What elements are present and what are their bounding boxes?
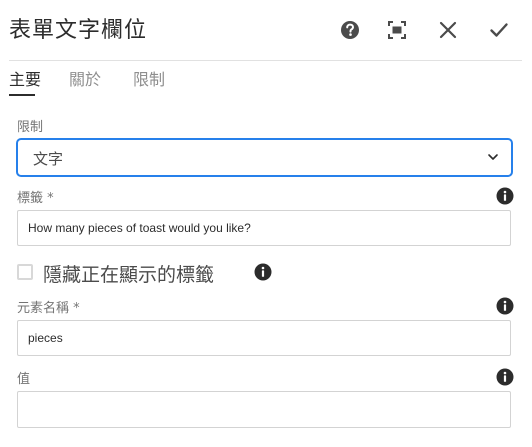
fullscreen-button[interactable] (383, 16, 411, 44)
dialog-header: 表單文字欄位 (0, 0, 532, 60)
field-label-label: 標籤 * (17, 191, 54, 206)
help-button[interactable] (336, 16, 364, 44)
tab-main[interactable]: 主要 (9, 66, 41, 90)
close-button[interactable] (434, 16, 462, 44)
constraint-select-value: 文字 (33, 150, 64, 168)
fullscreen-icon (388, 21, 406, 39)
value-label: 值 (17, 372, 31, 387)
field-label-input[interactable] (17, 210, 511, 246)
active-tab-indicator (9, 94, 35, 96)
done-button[interactable] (485, 16, 513, 44)
constraint-select[interactable]: 文字 (17, 139, 512, 176)
info-icon[interactable] (496, 368, 514, 386)
check-icon (490, 23, 508, 37)
help-icon (341, 21, 359, 39)
dialog-title: 表單文字欄位 (9, 18, 148, 43)
info-icon[interactable] (254, 263, 272, 281)
chevron-down-icon (488, 154, 498, 160)
close-icon (439, 21, 457, 39)
hide-label-checkbox-label: 隱藏正在顯示的標籤 (43, 264, 215, 286)
hide-label-checkbox[interactable] (17, 264, 33, 280)
info-icon[interactable] (496, 187, 514, 205)
constraint-label: 限制 (17, 120, 44, 135)
tab-about[interactable]: 關於 (69, 66, 101, 90)
header-divider (9, 60, 522, 61)
element-name-label: 元素名稱 * (17, 301, 80, 316)
tab-constraints[interactable]: 限制 (133, 66, 165, 90)
value-input[interactable] (17, 391, 511, 428)
info-icon[interactable] (496, 297, 514, 315)
element-name-input[interactable] (17, 320, 511, 356)
